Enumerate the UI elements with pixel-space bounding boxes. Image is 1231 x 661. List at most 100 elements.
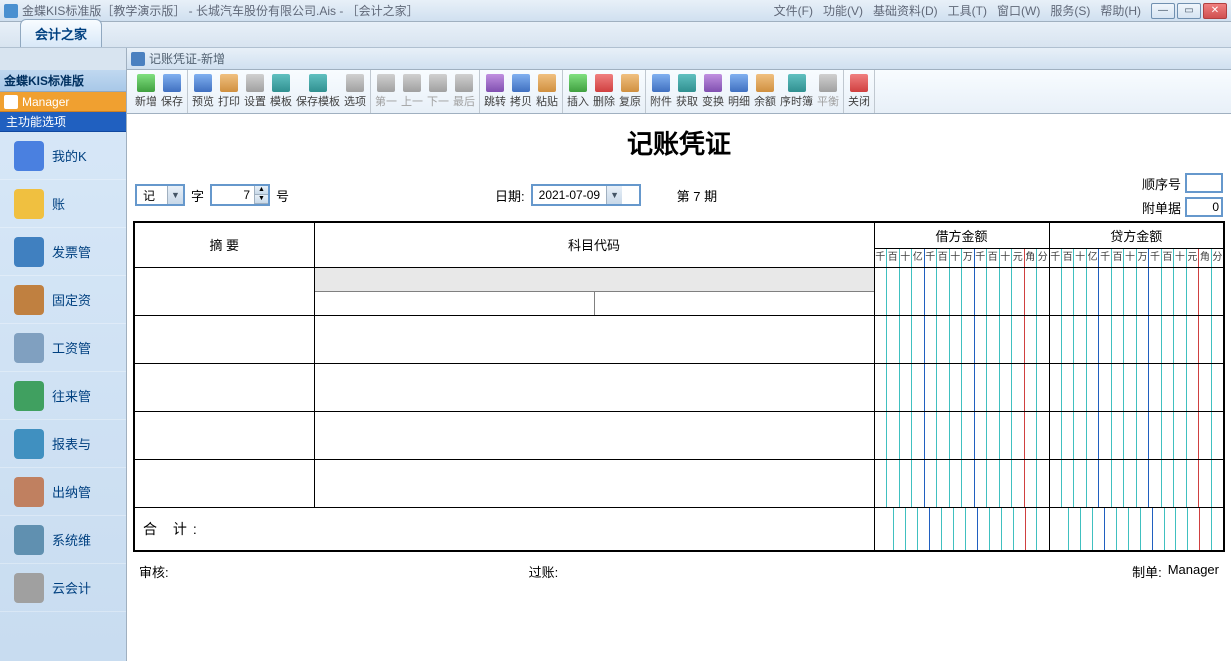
voucher-number-input[interactable]: 7 ▲ ▼ xyxy=(210,184,270,206)
menu-service[interactable]: 服务(S) xyxy=(1048,2,1092,19)
tb-模板[interactable]: 模板 xyxy=(268,72,294,111)
number-suffix: 号 xyxy=(276,186,289,205)
spin-up-icon[interactable]: ▲ xyxy=(255,186,268,195)
voucher-table-wrap: 摘 要 科目代码 借方金额 贷方金额 千百十亿千百十万千百十元角分 千百十亿千百… xyxy=(127,221,1231,552)
cell-summary[interactable] xyxy=(134,267,314,315)
tab-accounting-home[interactable]: 会计之家 xyxy=(20,19,102,47)
nav-receivables[interactable]: 往来管 xyxy=(0,372,126,420)
subwindow-title-text: 记账凭证-新增 xyxy=(149,50,225,67)
toolbar-icon xyxy=(538,74,556,92)
chevron-down-icon[interactable]: ▼ xyxy=(606,186,622,204)
nav-ledger[interactable]: 账 xyxy=(0,180,126,228)
total-label: 合 计: xyxy=(134,507,874,551)
maximize-button[interactable]: ▭ xyxy=(1177,3,1201,19)
tb-插入[interactable]: 插入 xyxy=(565,72,591,111)
cloud2-icon xyxy=(14,573,44,603)
tb-预览[interactable]: 预览 xyxy=(190,72,216,111)
toolbar-icon xyxy=(788,74,806,92)
toolbar-icon xyxy=(512,74,530,92)
toolbar-icon xyxy=(678,74,696,92)
table-row[interactable] xyxy=(134,459,1224,507)
nav-my-k[interactable]: 我的K xyxy=(0,132,126,180)
main-options-header[interactable]: 主功能选项 xyxy=(0,112,126,132)
subwindow-title-row: 记账凭证-新增 xyxy=(0,48,1231,70)
credit-digit-header: 千百十亿千百十万千百十元角分 xyxy=(1049,248,1224,267)
cell-code[interactable] xyxy=(314,267,874,315)
chevron-down-icon[interactable]: ▼ xyxy=(167,186,183,204)
tb-设置[interactable]: 设置 xyxy=(242,72,268,111)
tb-选项[interactable]: 选项 xyxy=(342,72,368,111)
tb-保存[interactable]: 保存 xyxy=(159,72,185,111)
menu-help[interactable]: 帮助(H) xyxy=(1098,2,1143,19)
tb-获取[interactable]: 获取 xyxy=(674,72,700,111)
tb-序时簿[interactable]: 序时簿 xyxy=(778,72,815,111)
tab-bar: 会计之家 xyxy=(0,22,1231,48)
tb-变换[interactable]: 变换 xyxy=(700,72,726,111)
date-picker[interactable]: 2021-07-09 ▼ xyxy=(531,184,641,206)
minimize-button[interactable]: — xyxy=(1151,3,1175,19)
toolbar-icon xyxy=(309,74,327,92)
sig-post-label: 过账: xyxy=(529,562,559,581)
tb-关闭[interactable]: 关闭 xyxy=(846,72,872,111)
folder-icon xyxy=(14,237,44,267)
nav-fixed-assets[interactable]: 固定资 xyxy=(0,276,126,324)
nav-invoice[interactable]: 发票管 xyxy=(0,228,126,276)
voucher-table: 摘 要 科目代码 借方金额 贷方金额 千百十亿千百十万千百十元角分 千百十亿千百… xyxy=(133,221,1225,552)
tb-上一: 上一 xyxy=(399,72,425,111)
tb-平衡: 平衡 xyxy=(815,72,841,111)
tb-新增[interactable]: 新增 xyxy=(133,72,159,111)
sig-make-label: 制单: xyxy=(1132,562,1162,581)
cell-debit[interactable] xyxy=(874,267,1049,315)
seq-input[interactable] xyxy=(1185,173,1223,193)
tb-拷贝[interactable]: 拷贝 xyxy=(508,72,534,111)
app-icon xyxy=(4,4,18,18)
toolbar: 新增保存预览打印设置模板保存模板选项第一上一下一最后跳转拷贝粘贴插入删除复原附件… xyxy=(127,70,1231,114)
menu-basedata[interactable]: 基础资料(D) xyxy=(871,2,940,19)
tb-第一: 第一 xyxy=(373,72,399,111)
menu-tools[interactable]: 工具(T) xyxy=(946,2,989,19)
table-row[interactable] xyxy=(134,267,1224,315)
voucher-kind-select[interactable]: 记 ▼ xyxy=(135,184,185,206)
tb-粘贴[interactable]: 粘贴 xyxy=(534,72,560,111)
tb-打印[interactable]: 打印 xyxy=(216,72,242,111)
table-row[interactable] xyxy=(134,363,1224,411)
close-button[interactable]: ✕ xyxy=(1203,3,1227,19)
nav-cashier[interactable]: 出纳管 xyxy=(0,468,126,516)
menu-window[interactable]: 窗口(W) xyxy=(995,2,1042,19)
tb-下一: 下一 xyxy=(425,72,451,111)
menu-func[interactable]: 功能(V) xyxy=(821,2,865,19)
tb-保存模板[interactable]: 保存模板 xyxy=(294,72,342,111)
user-name: Manager xyxy=(22,95,69,109)
sig-maker: Manager xyxy=(1168,562,1219,581)
server-icon xyxy=(14,525,44,555)
nav-reports[interactable]: 报表与 xyxy=(0,420,126,468)
debit-digit-header: 千百十亿千百十万千百十元角分 xyxy=(874,248,1049,267)
window-controls: — ▭ ✕ xyxy=(1151,3,1227,19)
nav-system[interactable]: 系统维 xyxy=(0,516,126,564)
nav-cloud[interactable]: 云会计 xyxy=(0,564,126,612)
subwindow-title: 记账凭证-新增 xyxy=(127,48,1231,70)
content-area: 新增保存预览打印设置模板保存模板选项第一上一下一最后跳转拷贝粘贴插入删除复原附件… xyxy=(127,70,1231,661)
table-row[interactable] xyxy=(134,315,1224,363)
tb-余额[interactable]: 余额 xyxy=(752,72,778,111)
header-code: 科目代码 xyxy=(314,222,874,267)
table-row[interactable] xyxy=(134,411,1224,459)
spin-down-icon[interactable]: ▼ xyxy=(255,195,268,204)
attach-input[interactable]: 0 xyxy=(1185,197,1223,217)
menu-file[interactable]: 文件(F) xyxy=(772,2,815,19)
app-title: 金蝶KIS标准版［教学演示版］ - 长城汽车股份有限公司.Ais - ［会计之家… xyxy=(22,2,419,19)
tb-删除[interactable]: 删除 xyxy=(591,72,617,111)
tb-复原[interactable]: 复原 xyxy=(617,72,643,111)
toolbar-icon xyxy=(137,74,155,92)
header-debit: 借方金额 xyxy=(874,222,1049,248)
toolbar-icon xyxy=(730,74,748,92)
tb-明细[interactable]: 明细 xyxy=(726,72,752,111)
user-row[interactable]: Manager xyxy=(0,92,126,112)
tb-跳转[interactable]: 跳转 xyxy=(482,72,508,111)
nav-payroll[interactable]: 工资管 xyxy=(0,324,126,372)
cloud-icon xyxy=(14,333,44,363)
cell-credit[interactable] xyxy=(1049,267,1224,315)
chart-icon xyxy=(14,429,44,459)
toolbar-icon xyxy=(272,74,290,92)
tb-附件[interactable]: 附件 xyxy=(648,72,674,111)
